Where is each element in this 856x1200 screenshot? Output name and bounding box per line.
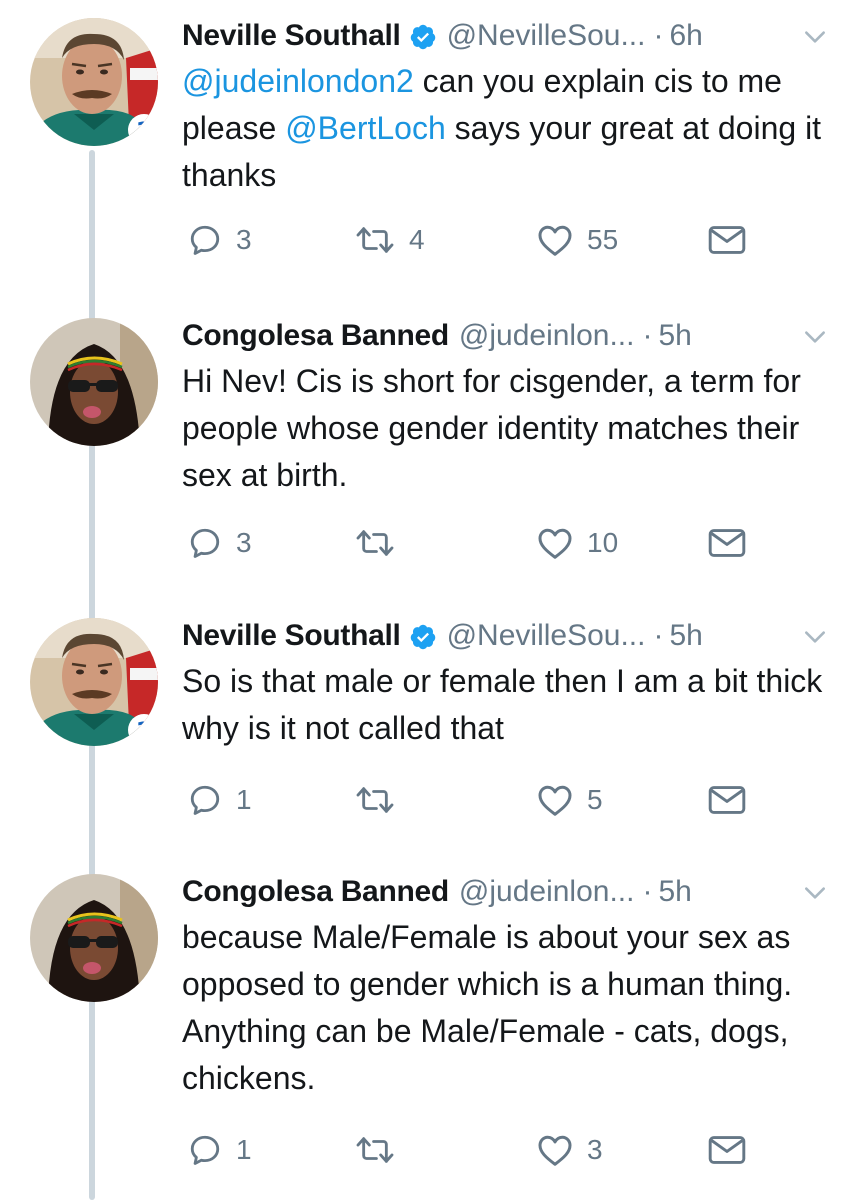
like-count: 3 — [587, 1134, 603, 1165]
timestamp[interactable]: 6h — [669, 18, 702, 54]
reply-count: 3 — [236, 527, 252, 558]
retweet-icon — [355, 1133, 395, 1167]
svg-text:1: 1 — [136, 717, 153, 745]
tweet-text: @judeinlondon2 can you explain cis to me… — [182, 58, 832, 199]
timestamp[interactable]: 5h — [658, 874, 691, 910]
retweet-button[interactable]: 4 — [355, 220, 425, 260]
reply-button[interactable]: 1 — [188, 1130, 252, 1170]
like-count: 10 — [587, 527, 619, 558]
tweet-text-segment: because Male/Female is about your sex as… — [182, 919, 793, 1096]
retweet-button[interactable] — [355, 780, 409, 820]
avatar[interactable]: 1 — [30, 18, 158, 146]
retweet-icon — [355, 526, 395, 560]
tweet-header: Neville Southall @NevilleSou... · 5h — [182, 618, 832, 654]
display-name[interactable]: Neville Southall — [182, 618, 401, 654]
tweet-text: because Male/Female is about your sex as… — [182, 914, 832, 1102]
tweet-body: Neville Southall @NevilleSou... · 6h @ju… — [182, 18, 832, 199]
chevron-down-icon[interactable] — [802, 624, 828, 650]
svg-text:1: 1 — [136, 117, 153, 145]
reply-button[interactable]: 3 — [188, 523, 252, 563]
heart-icon — [537, 1133, 573, 1167]
display-name[interactable]: Congolesa Banned — [182, 874, 449, 910]
handle[interactable]: @NevilleSou... — [447, 18, 646, 54]
tweet-body: Congolesa Banned @judeinlon... · 5h Hi N… — [182, 318, 832, 499]
retweet-icon — [355, 783, 395, 817]
like-count: 55 — [587, 224, 619, 255]
tweet-actions: 3 10 — [0, 523, 746, 563]
separator-dot: · — [653, 19, 664, 52]
tweet-actions: 3 4 55 — [0, 220, 746, 260]
retweet-button[interactable] — [355, 523, 409, 563]
handle[interactable]: @NevilleSou... — [447, 618, 646, 654]
envelope-icon — [708, 1135, 746, 1165]
avatar[interactable]: 1 — [30, 618, 158, 746]
heart-icon — [537, 223, 573, 257]
tweet-actions: 1 5 — [0, 780, 746, 820]
envelope-icon — [708, 785, 746, 815]
reply-icon — [188, 223, 222, 257]
like-button[interactable]: 3 — [537, 1130, 603, 1170]
chevron-down-icon[interactable] — [802, 324, 828, 350]
avatar[interactable] — [30, 318, 158, 446]
tweet-text: So is that male or female then I am a bi… — [182, 658, 832, 752]
reply-icon — [188, 783, 222, 817]
reply-count: 1 — [236, 1134, 252, 1165]
separator-dot: · — [653, 619, 664, 652]
tweet-text: Hi Nev! Cis is short for cisgender, a te… — [182, 358, 832, 499]
tweet-body: Neville Southall @NevilleSou... · 5h So … — [182, 618, 832, 752]
heart-icon — [537, 526, 573, 560]
retweet-count: 4 — [409, 224, 425, 255]
like-button[interactable]: 10 — [537, 523, 618, 563]
dm-button[interactable] — [708, 1130, 746, 1170]
reply-icon — [188, 526, 222, 560]
separator-dot: · — [642, 319, 653, 352]
timestamp[interactable]: 5h — [669, 618, 702, 654]
handle[interactable]: @judeinlon... — [459, 318, 635, 354]
tweet-text-segment: So is that male or female then I am a bi… — [182, 663, 823, 746]
tweet-header: Congolesa Banned @judeinlon... · 5h — [182, 874, 832, 910]
tweet-actions: 1 3 — [0, 1130, 746, 1170]
envelope-icon — [708, 225, 746, 255]
timestamp[interactable]: 5h — [658, 318, 691, 354]
display-name[interactable]: Congolesa Banned — [182, 318, 449, 354]
separator-dot: · — [642, 875, 653, 908]
reply-button[interactable]: 3 — [188, 220, 252, 260]
tweet-header: Congolesa Banned @judeinlon... · 5h — [182, 318, 832, 354]
display-name[interactable]: Neville Southall — [182, 18, 401, 54]
handle[interactable]: @judeinlon... — [459, 874, 635, 910]
envelope-icon — [708, 528, 746, 558]
reply-icon — [188, 1133, 222, 1167]
mention-link[interactable]: @judeinlondon2 — [182, 63, 414, 99]
verified-badge-icon — [409, 23, 437, 51]
avatar[interactable] — [30, 874, 158, 1002]
like-button[interactable]: 55 — [537, 220, 618, 260]
verified-badge-icon — [409, 623, 437, 651]
dm-button[interactable] — [708, 780, 746, 820]
dm-button[interactable] — [708, 220, 746, 260]
heart-icon — [537, 783, 573, 817]
tweet-body: Congolesa Banned @judeinlon... · 5h beca… — [182, 874, 832, 1102]
chevron-down-icon[interactable] — [802, 24, 828, 50]
tweet-header: Neville Southall @NevilleSou... · 6h — [182, 18, 832, 54]
dm-button[interactable] — [708, 523, 746, 563]
reply-count: 1 — [236, 784, 252, 815]
reply-button[interactable]: 1 — [188, 780, 252, 820]
mention-link[interactable]: @BertLoch — [285, 110, 446, 146]
chevron-down-icon[interactable] — [802, 880, 828, 906]
like-count: 5 — [587, 784, 603, 815]
retweet-button[interactable] — [355, 1130, 409, 1170]
like-button[interactable]: 5 — [537, 780, 603, 820]
retweet-icon — [355, 223, 395, 257]
tweet-text-segment: Hi Nev! Cis is short for cisgender, a te… — [182, 363, 801, 493]
reply-count: 3 — [236, 224, 252, 255]
